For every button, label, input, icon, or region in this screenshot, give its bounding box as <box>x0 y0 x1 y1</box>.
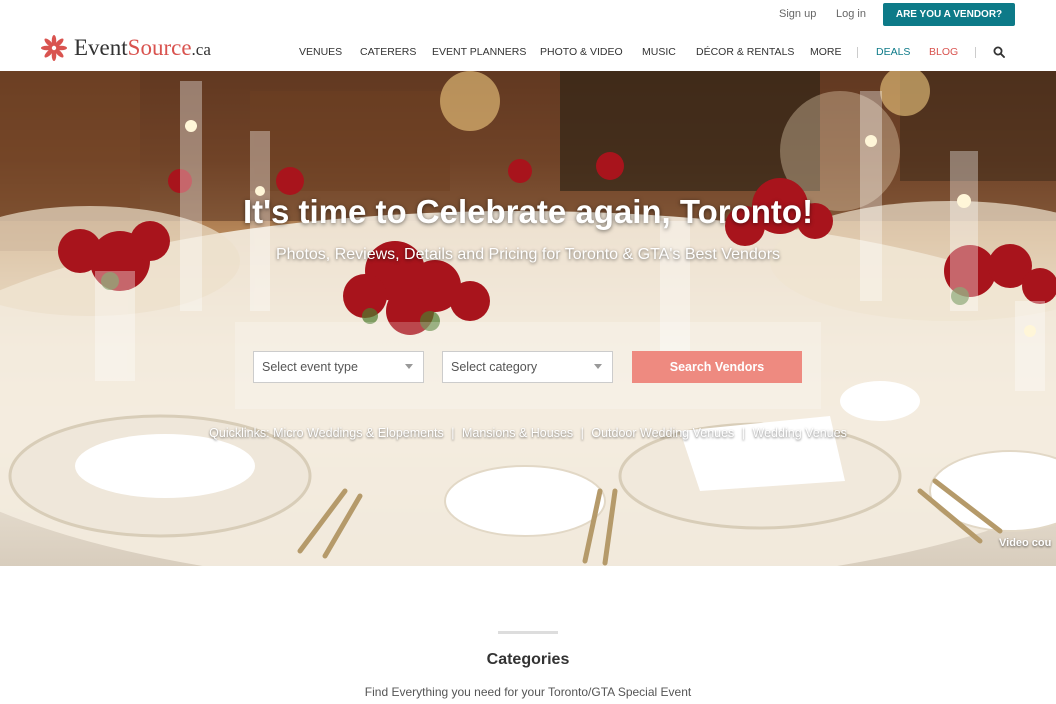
logo-wordmark: EventSource.ca <box>74 35 211 61</box>
logo-text-source: Source <box>127 35 192 60</box>
quicklink-separator: | <box>580 426 584 440</box>
hero-background-image <box>0 71 1056 566</box>
nav-item-photo-video[interactable]: PHOTO & VIDEO <box>540 46 623 58</box>
quicklinks-label: Quicklinks: <box>209 426 270 440</box>
vendor-search-panel: Select event type Select category Search… <box>235 322 821 409</box>
quicklink-separator: | <box>741 426 746 440</box>
chevron-down-icon <box>405 364 413 369</box>
quicklink-separator: | <box>451 426 455 440</box>
nav-item-blog[interactable]: BLOG <box>929 46 958 58</box>
quicklink-micro-weddings[interactable]: Micro Weddings & Elopements <box>273 426 444 440</box>
site-header: EventSource.ca VENUES CATERERS EVENT PLA… <box>0 30 1056 71</box>
search-icon[interactable] <box>993 46 1005 58</box>
search-vendors-button[interactable]: Search Vendors <box>632 351 802 383</box>
nav-item-venues[interactable]: VENUES <box>299 46 342 58</box>
quicklinks-bar: Quicklinks: Micro Weddings & Elopements … <box>0 426 1056 440</box>
categories-subtitle: Find Everything you need for your Toront… <box>364 685 692 699</box>
quicklink-wedding-venues[interactable]: Wedding Venues <box>753 426 847 440</box>
login-link[interactable]: Log in <box>836 8 866 20</box>
signup-link[interactable]: Sign up <box>779 8 816 20</box>
are-you-a-vendor-button[interactable]: ARE YOU A VENDOR? <box>883 3 1015 26</box>
nav-divider <box>975 47 976 58</box>
site-logo[interactable]: EventSource.ca <box>40 34 211 62</box>
flower-icon <box>41 35 67 61</box>
hero-banner: It's time to Celebrate again, Toronto! P… <box>0 71 1056 566</box>
nav-item-more[interactable]: MORE <box>810 46 842 58</box>
logo-text-ca: .ca <box>191 40 211 59</box>
category-select-value: Select category <box>451 360 538 374</box>
nav-item-event-planners[interactable]: EVENT PLANNERS <box>432 46 526 58</box>
categories-heading: Categories <box>486 651 570 668</box>
nav-item-decor-rentals[interactable]: DÉCOR & RENTALS <box>696 46 794 58</box>
nav-divider <box>857 47 858 58</box>
nav-item-caterers[interactable]: CATERERS <box>360 46 416 58</box>
quicklink-mansions-houses[interactable]: Mansions & Houses <box>462 426 573 440</box>
event-type-select-value: Select event type <box>262 360 358 374</box>
category-select[interactable]: Select category <box>442 351 613 383</box>
section-divider <box>498 631 558 634</box>
event-type-select[interactable]: Select event type <box>253 351 424 383</box>
video-credit: Video cou <box>999 537 1052 549</box>
logo-text-event: Event <box>74 35 128 60</box>
nav-item-music[interactable]: MUSIC <box>642 46 676 58</box>
quicklink-outdoor-wedding-venues[interactable]: Outdoor Wedding Venues <box>591 426 734 440</box>
nav-item-deals[interactable]: DEALS <box>876 46 910 58</box>
hero-title: It's time to Celebrate again, Toronto! <box>242 193 814 230</box>
hero-subtitle: Photos, Reviews, Details and Pricing for… <box>275 246 781 263</box>
chevron-down-icon <box>594 364 602 369</box>
top-utility-bar: Sign up Log in ARE YOU A VENDOR? <box>0 0 1056 30</box>
